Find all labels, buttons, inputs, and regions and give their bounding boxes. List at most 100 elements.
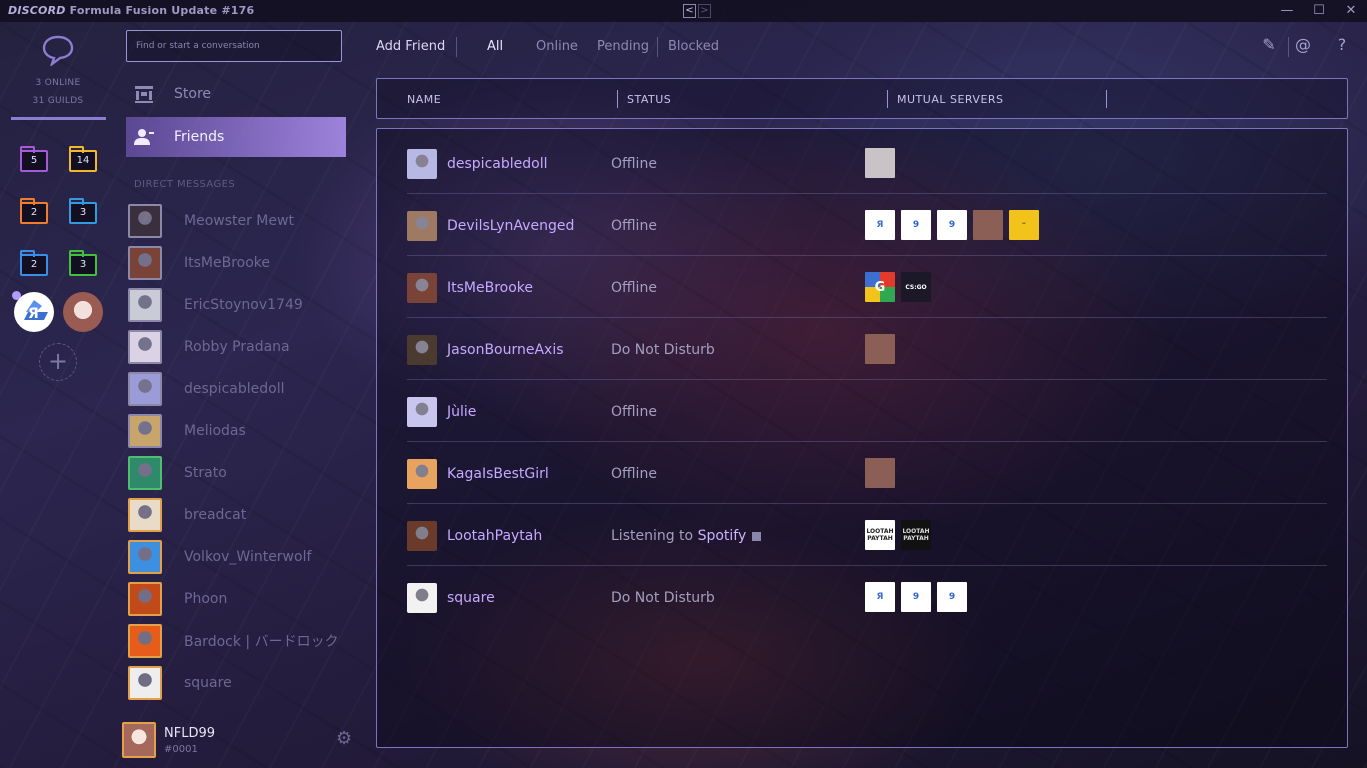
minimize-button[interactable]: — bbox=[1271, 0, 1303, 22]
add-server-button[interactable]: + bbox=[39, 343, 77, 381]
friend-name[interactable]: Jùlie bbox=[447, 404, 476, 420]
forward-arrow-icon[interactable]: > bbox=[698, 4, 711, 18]
mutual-server-icon[interactable] bbox=[865, 148, 895, 178]
mutual-server-icon[interactable]: 9 bbox=[901, 210, 931, 240]
tab-blocked[interactable]: Blocked bbox=[668, 39, 719, 54]
friend-name[interactable]: despicabledoll bbox=[447, 156, 547, 172]
friend-row[interactable]: Jùlie Offline bbox=[407, 380, 1327, 442]
friend-avatar[interactable] bbox=[407, 459, 437, 489]
mutual-server-icon[interactable]: Я bbox=[865, 582, 895, 612]
mutual-servers: Я99 bbox=[865, 582, 967, 612]
dm-item[interactable]: EricStoynov1749 bbox=[128, 288, 348, 322]
dm-item[interactable]: Bardock | バードロック bbox=[128, 624, 348, 658]
mutual-servers: G CS:GO bbox=[865, 272, 931, 302]
friend-row[interactable]: ItsMeBrooke Offline G CS:GO bbox=[407, 256, 1327, 318]
direct-messages-home-icon[interactable] bbox=[40, 34, 76, 66]
mutual-server-icon[interactable]: 9 bbox=[937, 210, 967, 240]
server-folder[interactable]: 14 bbox=[69, 146, 97, 172]
friend-row[interactable]: square Do Not Disturb Я 9 9 bbox=[407, 566, 1327, 628]
friend-row[interactable]: JasonBourneAxis Do Not Disturb bbox=[407, 318, 1327, 380]
dm-item[interactable]: Robby Pradana bbox=[128, 330, 348, 364]
friend-name[interactable]: ItsMeBrooke bbox=[447, 280, 533, 296]
mutual-server-icon[interactable]: CS:GO bbox=[901, 272, 931, 302]
help-icon[interactable]: ? bbox=[1331, 34, 1353, 56]
friend-avatar[interactable] bbox=[407, 211, 437, 241]
friend-row[interactable]: LootahPaytah Listening to Spotify LOOTAH P… bbox=[407, 504, 1327, 566]
friend-avatar[interactable] bbox=[407, 335, 437, 365]
mutual-server-icon[interactable]: Я bbox=[865, 210, 895, 240]
dm-name: despicabledoll bbox=[184, 381, 285, 397]
server-folder[interactable]: 2 bbox=[20, 250, 48, 276]
server-folder[interactable]: 3 bbox=[69, 250, 97, 276]
mutual-servers: LOOTAH PAYTAH LOOTAH PAYTAH bbox=[865, 520, 931, 550]
new-group-dm-icon[interactable]: ✎ bbox=[1258, 34, 1280, 56]
friends-toolbar: Add Friend All Online Pending Blocked ✎ … bbox=[360, 22, 1367, 70]
username: NFLD99 bbox=[164, 726, 215, 741]
dm-item[interactable]: Volkov_Winterwolf bbox=[128, 540, 348, 574]
friend-avatar[interactable] bbox=[407, 521, 437, 551]
channel-sidebar: Find or start a conversation Store Frien… bbox=[116, 22, 360, 768]
nav-friends[interactable]: Friends bbox=[126, 117, 346, 157]
column-divider bbox=[617, 90, 618, 108]
server-folder[interactable]: 3 bbox=[69, 198, 97, 224]
mutual-server-icon[interactable]: LOOTAH PAYTAH bbox=[865, 520, 895, 550]
maximize-button[interactable]: ☐ bbox=[1303, 0, 1335, 22]
friend-avatar[interactable] bbox=[407, 273, 437, 303]
mentions-icon[interactable]: @ bbox=[1292, 34, 1314, 56]
tab-pending[interactable]: Pending bbox=[597, 39, 649, 54]
mutual-server-icon[interactable]: 9 bbox=[937, 582, 967, 612]
friend-name[interactable]: KagaIsBestGirl bbox=[447, 466, 549, 482]
dm-item[interactable]: despicabledoll bbox=[128, 372, 348, 406]
mutual-server-icon[interactable]: G bbox=[865, 272, 895, 302]
guild-sidebar: 3 ONLINE 31 GUILDS 5 14 2 3 2 3 Я + bbox=[0, 22, 116, 768]
friend-row[interactable]: despicabledoll Offline bbox=[407, 132, 1327, 194]
friend-avatar[interactable] bbox=[407, 149, 437, 179]
server-folder[interactable]: 2 bbox=[20, 198, 48, 224]
dm-avatar bbox=[128, 498, 162, 532]
dm-item[interactable]: Strato bbox=[128, 456, 348, 490]
mutual-server-icon[interactable] bbox=[973, 210, 1003, 240]
friend-name[interactable]: square bbox=[447, 590, 495, 606]
guild-count: 31 GUILDS bbox=[32, 96, 84, 106]
window-title: DISCORD Formula Fusion Update #176 bbox=[8, 4, 254, 17]
user-avatar[interactable] bbox=[122, 722, 156, 758]
friend-row[interactable]: KagaIsBestGirl Offline bbox=[407, 442, 1327, 504]
tab-online[interactable]: Online bbox=[536, 39, 578, 54]
server-icon-anime[interactable] bbox=[63, 292, 103, 332]
column-status[interactable]: STATUS bbox=[627, 93, 671, 106]
rich-presence-icon[interactable] bbox=[752, 531, 762, 541]
dm-item[interactable]: breadcat bbox=[128, 498, 348, 532]
mutual-server-icon[interactable]: 9 bbox=[901, 582, 931, 612]
mutual-server-icon[interactable]: LOOTAH PAYTAH bbox=[901, 520, 931, 550]
dm-item[interactable]: ItsMeBrooke bbox=[128, 246, 348, 280]
friend-row[interactable]: DevilsLynAvenged Offline Я 9 9 ᵕ bbox=[407, 194, 1327, 256]
mutual-server-icon[interactable] bbox=[865, 334, 895, 364]
back-arrow-icon[interactable]: < bbox=[683, 4, 696, 18]
add-friend-button[interactable]: Add Friend bbox=[376, 39, 445, 54]
nav-store[interactable]: Store bbox=[126, 74, 346, 114]
dm-avatar bbox=[128, 372, 162, 406]
mutual-server-icon[interactable]: ᵕ bbox=[1009, 210, 1039, 240]
tab-all[interactable]: All bbox=[487, 39, 503, 54]
dm-item[interactable]: square bbox=[128, 666, 348, 700]
column-divider bbox=[1106, 90, 1107, 108]
dm-item[interactable]: Meowster Mewt bbox=[128, 204, 348, 238]
friend-status-text: Listening to bbox=[611, 528, 698, 544]
toolbar-divider bbox=[1288, 37, 1289, 57]
column-name[interactable]: NAME bbox=[407, 93, 441, 106]
settings-gear-icon[interactable]: ⚙ bbox=[336, 728, 352, 749]
server-icon-rebellion[interactable]: Я bbox=[14, 292, 54, 332]
friend-avatar[interactable] bbox=[407, 583, 437, 613]
dm-item[interactable]: Phoon bbox=[128, 582, 348, 616]
server-folder[interactable]: 5 bbox=[20, 146, 48, 172]
friend-name[interactable]: DevilsLynAvenged bbox=[447, 218, 574, 234]
column-mutual-servers[interactable]: MUTUAL SERVERS bbox=[897, 93, 1004, 106]
nav-store-label: Store bbox=[174, 86, 212, 102]
friend-name[interactable]: LootahPaytah bbox=[447, 528, 542, 544]
dm-item[interactable]: Meliodas bbox=[128, 414, 348, 448]
friend-name[interactable]: JasonBourneAxis bbox=[447, 342, 564, 358]
mutual-server-icon[interactable] bbox=[865, 458, 895, 488]
friend-avatar[interactable] bbox=[407, 397, 437, 427]
search-input[interactable]: Find or start a conversation bbox=[126, 30, 342, 62]
close-button[interactable]: ✕ bbox=[1335, 0, 1367, 22]
